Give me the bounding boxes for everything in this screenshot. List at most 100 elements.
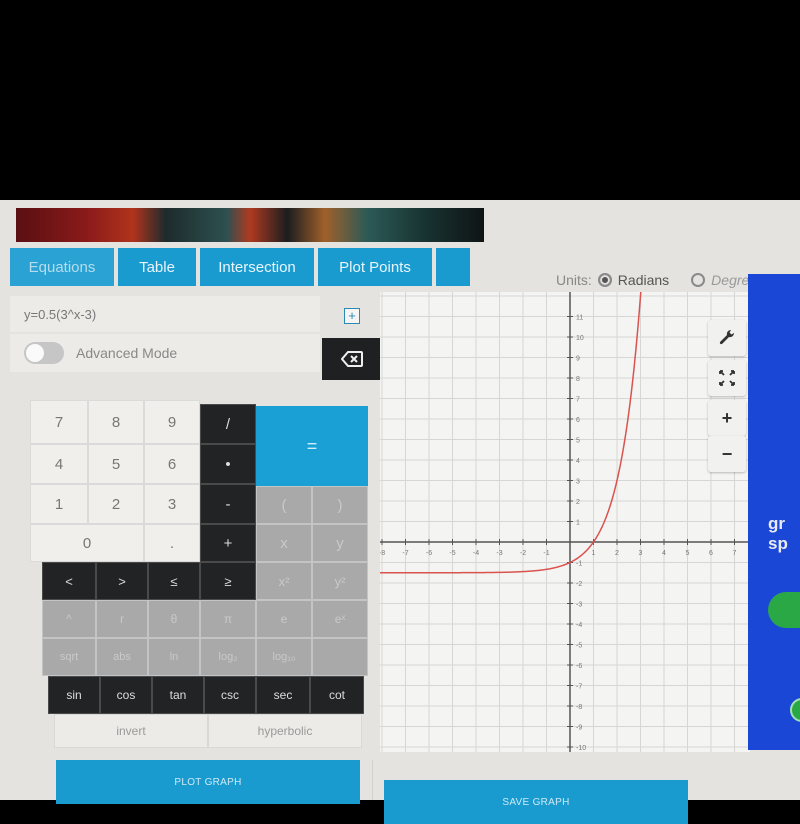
fullscreen-button[interactable] <box>708 360 746 396</box>
y-tick-label: 7 <box>576 397 580 404</box>
y-tick-label: 3 <box>576 479 580 486</box>
fullscreen-icon <box>719 370 735 386</box>
key-pi[interactable]: π <box>200 600 256 638</box>
ad-secondary-button[interactable] <box>790 698 800 722</box>
key-paren-close[interactable]: ) <box>312 486 368 524</box>
key-x-squared[interactable]: x² <box>256 562 312 600</box>
key-4[interactable]: 4 <box>30 444 88 484</box>
key-paren-open[interactable]: ( <box>256 486 312 524</box>
key-y-squared[interactable]: y² <box>312 562 368 600</box>
add-equation-button[interactable]: + <box>344 308 360 324</box>
y-tick-label: -9 <box>576 725 582 732</box>
x-tick-label: -4 <box>473 550 479 557</box>
key-6[interactable]: 6 <box>144 444 200 484</box>
radians-radio[interactable] <box>597 273 612 287</box>
y-tick-label: -2 <box>576 581 582 588</box>
key-tan[interactable]: tan <box>152 676 204 714</box>
key-log2[interactable]: log₂ <box>200 638 256 676</box>
radians-label[interactable]: Radians <box>618 272 669 288</box>
y-tick-label: -3 <box>576 602 582 609</box>
key-csc[interactable]: csc <box>204 676 256 714</box>
tab-equations[interactable]: Equations <box>10 248 114 286</box>
key-theta[interactable]: θ <box>148 600 200 638</box>
backspace-icon <box>341 351 363 367</box>
tab-bar: Equations Table Intersection Plot Points <box>10 248 470 286</box>
y-tick-label: -4 <box>576 622 582 629</box>
key-5[interactable]: 5 <box>88 444 144 484</box>
key-sin[interactable]: sin <box>48 676 100 714</box>
ad-cta-button[interactable] <box>768 592 800 628</box>
zoom-out-button[interactable]: − <box>708 436 746 472</box>
tab-more[interactable] <box>436 248 470 286</box>
x-tick-label: -6 <box>426 550 432 557</box>
advanced-mode-row: Advanced Mode <box>10 334 320 372</box>
x-tick-label: -3 <box>496 550 502 557</box>
key-7[interactable]: 7 <box>30 400 88 444</box>
advertisement-panel[interactable]: gr sp <box>748 274 800 750</box>
key-equals[interactable]: = <box>256 406 368 486</box>
key-divide[interactable]: / <box>200 404 256 444</box>
key-decimal[interactable]: . <box>144 524 200 562</box>
key-3[interactable]: 3 <box>144 484 200 524</box>
key-sec[interactable]: sec <box>256 676 310 714</box>
divider <box>372 760 373 800</box>
key-minus[interactable]: - <box>200 484 256 524</box>
x-tick-label: -8 <box>380 550 385 557</box>
y-tick-label: -1 <box>576 561 582 568</box>
x-tick-label: -2 <box>520 550 526 557</box>
zoom-in-button[interactable]: + <box>708 400 746 436</box>
key-0[interactable]: 0 <box>30 524 144 562</box>
key-sqrt[interactable]: sqrt <box>42 638 96 676</box>
equation-row[interactable]: y=0.5(3^x-3) <box>10 296 320 332</box>
key-9[interactable]: 9 <box>144 400 200 444</box>
y-tick-label: -7 <box>576 684 582 691</box>
x-tick-label: 1 <box>592 550 596 557</box>
tab-table[interactable]: Table <box>118 248 196 286</box>
y-tick-label: 10 <box>576 335 584 342</box>
key-8[interactable]: 8 <box>88 400 144 444</box>
toggle-knob <box>26 344 44 362</box>
graph-settings-button[interactable] <box>708 320 746 356</box>
key-abs[interactable]: abs <box>96 638 148 676</box>
key-cot[interactable]: cot <box>310 676 364 714</box>
y-tick-label: -6 <box>576 663 582 670</box>
key-plus[interactable]: + <box>200 524 256 562</box>
hyperbolic-button[interactable]: hyperbolic <box>208 714 362 748</box>
key-greater-equal[interactable]: ≥ <box>200 562 256 600</box>
key-y[interactable]: y <box>312 524 368 562</box>
key-r[interactable]: r <box>96 600 148 638</box>
key-e-power[interactable]: eˣ <box>312 600 368 638</box>
key-less-equal[interactable]: ≤ <box>148 562 200 600</box>
equation-input[interactable]: y=0.5(3^x-3) <box>10 307 96 322</box>
backspace-button[interactable] <box>322 338 382 380</box>
graph-canvas[interactable]: -8 -7 -6 -5 -4 -3 -2 -1 1 2 3 4 5 6 7 11 10 9 8 7 6 5 4 3 2 1 -1 -2… <box>380 292 750 752</box>
degrees-radio[interactable] <box>691 273 706 287</box>
save-graph-button[interactable]: SAVE GRAPH <box>384 780 688 824</box>
key-cos[interactable]: cos <box>100 676 152 714</box>
key-ln[interactable]: ln <box>148 638 200 676</box>
advanced-mode-toggle[interactable] <box>24 342 64 364</box>
key-2[interactable]: 2 <box>88 484 144 524</box>
tab-intersection[interactable]: Intersection <box>200 248 314 286</box>
tab-plot-points[interactable]: Plot Points <box>318 248 432 286</box>
key-e[interactable]: e <box>256 600 312 638</box>
x-tick-label: 2 <box>615 550 619 557</box>
key-multiply[interactable]: • <box>200 444 256 484</box>
key-1[interactable]: 1 <box>30 484 88 524</box>
key-less-than[interactable]: < <box>42 562 96 600</box>
invert-button[interactable]: invert <box>54 714 208 748</box>
key-empty <box>312 638 368 676</box>
ad-text-line2: sp <box>768 534 788 553</box>
y-tick-label: 5 <box>576 438 580 445</box>
key-log10[interactable]: log₁₀ <box>256 638 312 676</box>
plot-graph-button[interactable]: PLOT GRAPH <box>56 760 360 804</box>
y-tick-label: -10 <box>576 745 586 752</box>
key-greater-than[interactable]: > <box>96 562 148 600</box>
key-caret[interactable]: ^ <box>42 600 96 638</box>
function-curve <box>380 292 642 574</box>
ad-text: gr sp <box>768 514 788 554</box>
key-x[interactable]: x <box>256 524 312 562</box>
y-tick-label: -8 <box>576 704 582 711</box>
units-label: Units: <box>556 272 592 288</box>
graph-area[interactable]: -8 -7 -6 -5 -4 -3 -2 -1 1 2 3 4 5 6 7 11 10 9 8 7 6 5 4 3 2 1 -1 -2… <box>380 292 750 752</box>
